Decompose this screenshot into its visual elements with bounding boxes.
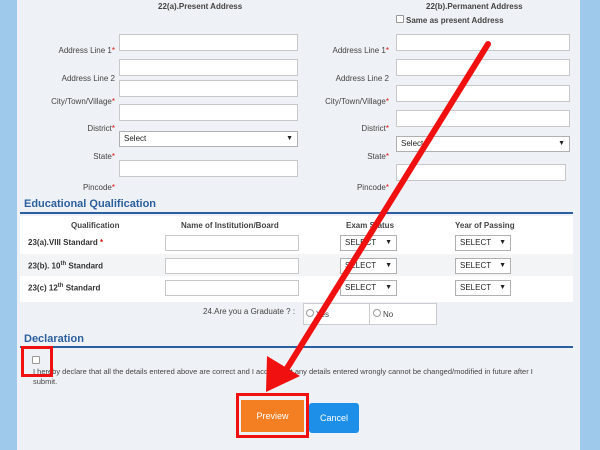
annotation-arrow-icon: [266, 41, 491, 392]
